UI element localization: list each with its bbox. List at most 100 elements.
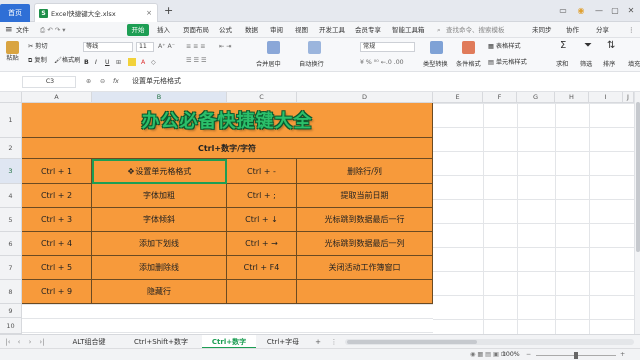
close-tab-icon[interactable]: × xyxy=(146,9,152,17)
menu-start[interactable]: 开始 xyxy=(127,24,149,36)
horizontal-align-icons[interactable]: ☰ ☰ ☰ xyxy=(186,56,207,65)
select-all-corner[interactable] xyxy=(0,92,22,103)
clear-format-icon[interactable]: ◇ xyxy=(151,58,156,67)
command-search-input[interactable]: 查找命令、搜索模板 xyxy=(446,24,505,36)
table-cell[interactable]: 关闭活动工作簿窗口 xyxy=(297,256,433,280)
fill-label[interactable]: 填充 xyxy=(628,60,640,69)
column-header-c[interactable]: C xyxy=(227,92,297,103)
table-cell[interactable]: Ctrl + 4 xyxy=(22,232,92,256)
share-button[interactable]: 分享 xyxy=(596,24,609,36)
table-cell[interactable]: 添加删除线 xyxy=(92,256,227,280)
zoom-icon[interactable]: ⊕ xyxy=(86,77,91,86)
menu-formula[interactable]: 公式 xyxy=(219,24,232,36)
wrap-text-button[interactable] xyxy=(306,41,322,54)
table-cell[interactable]: Ctrl + 5 xyxy=(22,256,92,280)
table-cell[interactable]: 删除行/列 xyxy=(297,159,433,184)
unsynced-button[interactable]: 未同步 xyxy=(532,24,552,36)
font-name-select[interactable]: 等线 xyxy=(83,42,133,52)
table-subtitle-cell[interactable]: Ctrl+数字/字符 xyxy=(22,138,433,159)
menu-developer[interactable]: 开发工具 xyxy=(319,24,345,36)
sort-label[interactable]: 排序 xyxy=(603,60,615,69)
row-header-1[interactable]: 1 xyxy=(0,103,22,138)
search-icon[interactable]: ⌕ xyxy=(437,24,441,36)
merge-center-label[interactable]: 合并居中 xyxy=(256,60,281,69)
table-cell[interactable] xyxy=(227,280,297,304)
home-tab[interactable]: 首页 xyxy=(0,4,30,22)
filter-button[interactable]: ⏷ xyxy=(584,41,596,51)
column-header-a[interactable]: A xyxy=(22,92,92,103)
wrap-text-label[interactable]: 自动换行 xyxy=(299,60,324,69)
vertical-align-icons[interactable]: ≡ ≡ ≡ xyxy=(186,42,206,51)
merge-center-button[interactable] xyxy=(265,41,281,54)
fx-button[interactable]: fx xyxy=(113,77,119,86)
table-style-button[interactable]: ▦ 表格样式 xyxy=(488,42,521,51)
table-cell[interactable]: 隐藏行 xyxy=(92,280,227,304)
minimize-button[interactable]: — xyxy=(592,4,606,18)
table-cell[interactable]: 提取当前日期 xyxy=(297,184,433,208)
menu-review[interactable]: 审阅 xyxy=(270,24,283,36)
column-header-b[interactable]: B xyxy=(92,92,227,103)
sheet-tab-ctrl-shift-number[interactable]: Ctrl+Shift+数字 xyxy=(122,335,200,349)
row-header-6[interactable]: 6 xyxy=(0,232,22,256)
indent-icons[interactable]: ⇤ ⇥ xyxy=(219,42,231,51)
table-cell[interactable]: Ctrl + - xyxy=(227,159,297,184)
selected-cell[interactable]: ✥ 设置单元格格式 xyxy=(92,159,227,184)
add-sheet-button[interactable]: + xyxy=(313,335,323,349)
font-color-icon[interactable]: A xyxy=(141,58,145,67)
horizontal-scroll-thumb[interactable] xyxy=(347,340,477,344)
vertical-scrollbar[interactable] xyxy=(634,92,640,334)
first-sheet-button[interactable]: |‹ xyxy=(4,335,12,349)
menu-file[interactable]: 文件 xyxy=(16,24,29,36)
table-cell[interactable]: 字体倾斜 xyxy=(92,208,227,232)
menu-member[interactable]: 会员专享 xyxy=(355,24,381,36)
empty-grid[interactable] xyxy=(433,103,634,334)
cell-style-button[interactable]: ▤ 单元格样式 xyxy=(488,58,527,67)
more-options-icon[interactable]: ⋮ xyxy=(628,24,635,36)
paste-button[interactable]: 粘贴 xyxy=(4,41,21,71)
sheet-tab-alt[interactable]: ALT组合键 xyxy=(58,335,120,349)
type-convert-button[interactable] xyxy=(430,41,444,54)
format-painter-button[interactable]: 🖌格式刷 xyxy=(54,56,80,65)
underline-button[interactable]: U xyxy=(105,58,110,67)
conditional-format-button[interactable] xyxy=(462,41,476,54)
zoom-in-button[interactable]: + xyxy=(620,350,625,359)
zoom-out-button[interactable]: − xyxy=(526,350,531,359)
horizontal-scrollbar[interactable] xyxy=(345,339,634,345)
table-cell[interactable]: Ctrl + 3 xyxy=(22,208,92,232)
new-tab-button[interactable]: + xyxy=(164,5,173,16)
next-sheet-button[interactable]: › xyxy=(26,335,34,349)
menu-data[interactable]: 数据 xyxy=(245,24,258,36)
undo-redo-icons[interactable]: ⎙ ↶ ↷ ▾ xyxy=(40,24,66,36)
bold-button[interactable]: B xyxy=(84,58,89,67)
hamburger-menu-icon[interactable]: ≡ xyxy=(5,24,13,36)
menu-insert[interactable]: 插入 xyxy=(157,24,170,36)
sheet-more-icon[interactable]: ⋮ xyxy=(330,335,338,349)
row-header-9[interactable]: 9 xyxy=(0,304,22,318)
number-format-select[interactable]: 常规 xyxy=(360,42,415,52)
zoom-slider[interactable] xyxy=(536,352,616,359)
font-size-step-icons[interactable]: A⁺ A⁻ xyxy=(158,42,175,51)
filter-label[interactable]: 筛选 xyxy=(580,60,592,69)
last-sheet-button[interactable]: ›| xyxy=(37,335,47,349)
italic-button[interactable]: I xyxy=(95,58,97,67)
fill-color-icon[interactable] xyxy=(128,58,136,66)
column-header-g[interactable]: G xyxy=(517,92,555,103)
table-title-cell[interactable]: 办公必备快捷键大全 xyxy=(22,103,433,138)
file-tab[interactable]: S Excel快捷键大全.xlsx × xyxy=(34,3,158,22)
row-header-4[interactable]: 4 xyxy=(0,184,22,208)
zoom-slider-thumb[interactable] xyxy=(574,352,578,359)
table-cell[interactable]: Ctrl + → xyxy=(227,232,297,256)
row-header-7[interactable]: 7 xyxy=(0,256,22,280)
column-header-h[interactable]: H xyxy=(555,92,589,103)
sheet-tab-ctrl-number[interactable]: Ctrl+数字 xyxy=(202,335,256,349)
cut-button[interactable]: ✂ 剪切 xyxy=(28,42,48,51)
sum-label[interactable]: 求和 xyxy=(556,60,568,69)
formula-input[interactable]: 设置单元格格式 xyxy=(132,77,181,86)
table-cell[interactable]: 字体加粗 xyxy=(92,184,227,208)
table-cell[interactable]: Ctrl + 1 xyxy=(22,159,92,184)
menu-page-layout[interactable]: 页面布局 xyxy=(183,24,209,36)
table-cell[interactable]: 光标跳到数据最后一行 xyxy=(297,208,433,232)
border-icon[interactable]: ⊞ xyxy=(116,58,121,67)
table-cell[interactable]: 添加下划线 xyxy=(92,232,227,256)
user-avatar[interactable]: ◉ xyxy=(574,4,588,18)
